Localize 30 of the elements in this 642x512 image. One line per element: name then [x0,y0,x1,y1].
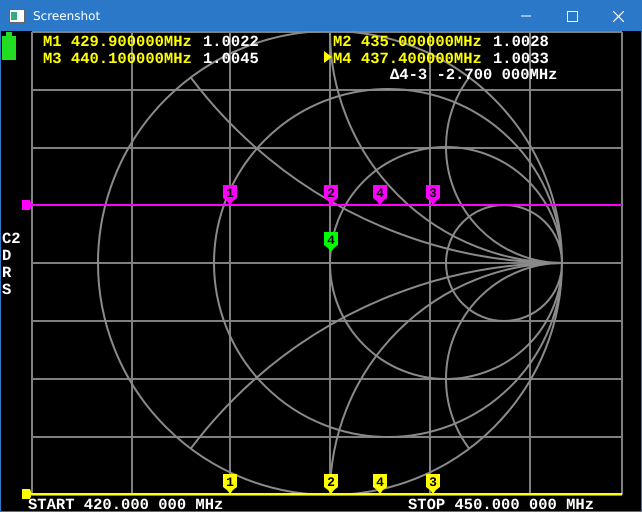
marker-value: 1.0033 [493,50,549,68]
side-label: S [2,281,12,299]
side-label: D [2,247,12,265]
delta-reading: Δ4-3 -2.700 000MHz [390,66,558,84]
app-icon [9,9,25,23]
marker-reading: M4 437.400000MHz [333,50,482,68]
side-label: R [2,264,12,282]
sweep-start: START 420.000 000 MHz [28,496,224,511]
sweep-stop: STOP 450.000 000 MHz [408,496,594,511]
marker-reading: M1 429.900000MHz [43,33,192,51]
trace-marker: 4 [373,185,387,205]
maximize-icon [566,10,578,22]
trace-marker: 3 [426,474,440,494]
side-label: C2 [2,230,21,248]
minimize-icon [521,15,531,17]
trace-marker: 4 [373,474,387,494]
window-title: Screenshot [33,8,102,25]
battery-icon [2,32,16,60]
trace-marker: 4 [324,232,338,252]
close-icon [612,10,624,22]
marker-value: 1.0022 [203,33,259,51]
marker-value: 1.0028 [493,33,549,51]
trace-marker: 1 [223,185,237,205]
trace-marker: 2 [324,185,338,205]
trace-marker: 2 [324,474,338,494]
trace-marker: 3 [426,185,440,205]
trace-marker: 1 [223,474,237,494]
marker-reading: M2 435.000000MHz [333,33,482,51]
marker-reading: M3 440.100000MHz [43,50,192,68]
marker-value: 1.0045 [203,50,259,68]
